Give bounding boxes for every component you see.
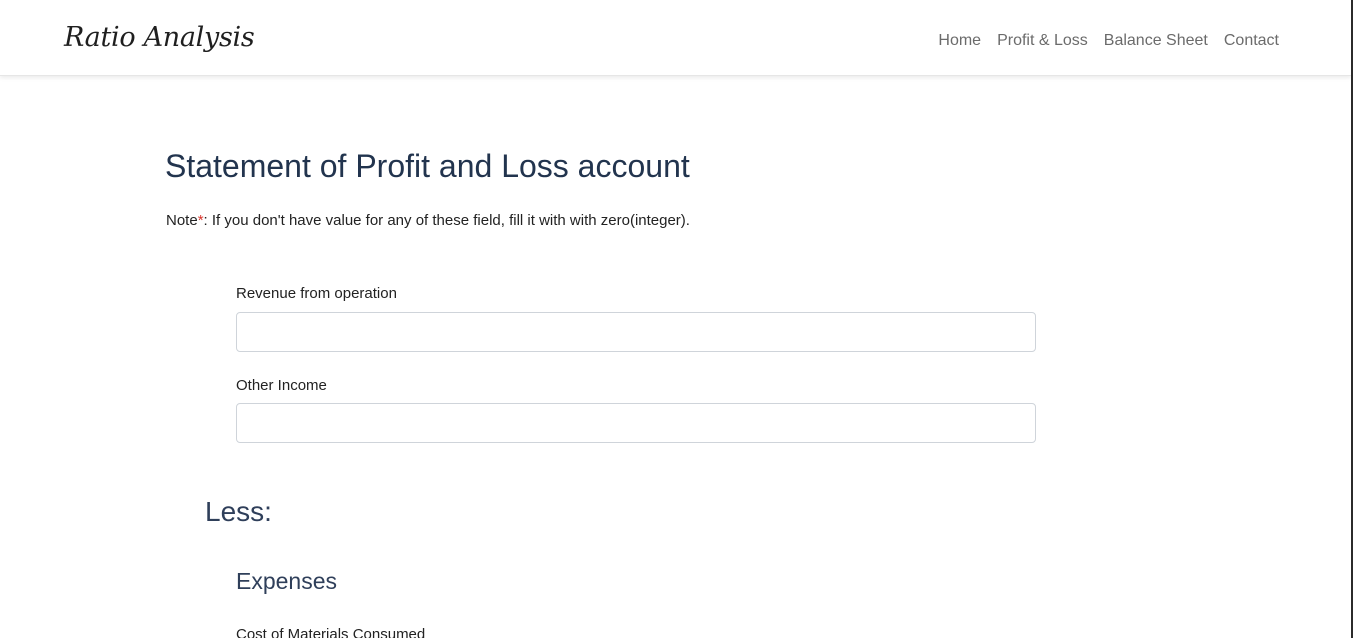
nav-link-contact[interactable]: Contact	[1224, 32, 1279, 50]
cost-of-materials-label: Cost of Materials Consumed	[236, 626, 426, 638]
nav-links: Home Profit & Loss Balance Sheet Contact	[938, 32, 1279, 50]
nav-link-profit-loss[interactable]: Profit & Loss	[997, 32, 1088, 50]
other-income-label: Other Income	[236, 377, 327, 394]
less-heading: Less:	[205, 496, 272, 527]
navbar: Ratio Analysis Home Profit & Loss Balanc…	[0, 0, 1351, 76]
note-body: : If you don't have value for any of the…	[203, 212, 690, 229]
note-text: Note*: If you don't have value for any o…	[166, 212, 690, 229]
nav-link-balance-sheet[interactable]: Balance Sheet	[1104, 32, 1208, 50]
revenue-label: Revenue from operation	[236, 285, 397, 302]
nav-link-home[interactable]: Home	[938, 32, 981, 50]
page-title: Statement of Profit and Loss account	[165, 148, 690, 184]
page: Ratio Analysis Home Profit & Loss Balanc…	[0, 0, 1353, 638]
brand-logo-link[interactable]: Ratio Analysis	[64, 22, 255, 53]
note-prefix: Note	[166, 212, 198, 229]
expenses-heading: Expenses	[236, 568, 338, 594]
revenue-input[interactable]	[236, 312, 1036, 352]
other-income-input[interactable]	[236, 403, 1036, 443]
